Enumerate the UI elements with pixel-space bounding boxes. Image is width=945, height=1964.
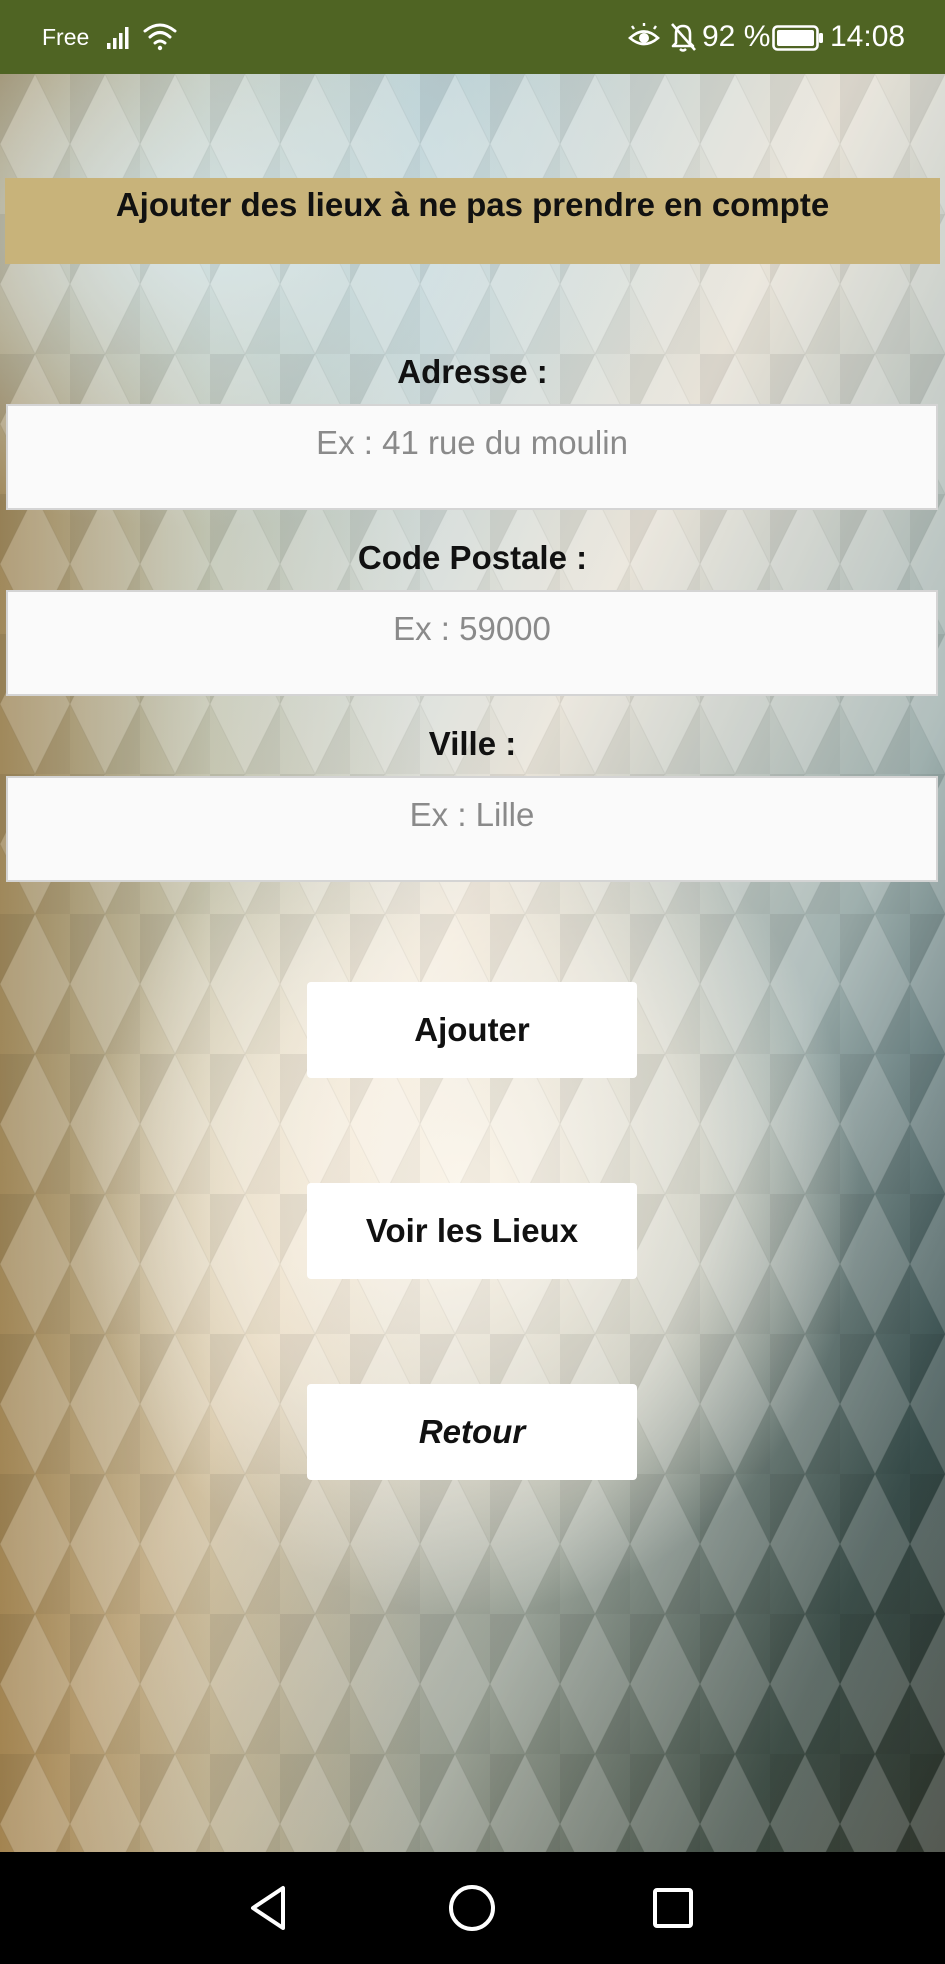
battery-icon (772, 25, 823, 51)
city-label: Ville : (428, 725, 517, 762)
signal-icon (107, 27, 129, 49)
status-bar: Free 92 % 14:08 (0, 0, 945, 74)
city-input[interactable] (6, 776, 938, 882)
app-background (0, 74, 945, 1852)
system-navigation-bar (0, 1852, 945, 1964)
postal-code-input[interactable] (6, 590, 938, 696)
add-button[interactable]: Ajouter (307, 982, 637, 1078)
clock: 14:08 (830, 20, 906, 53)
wifi-icon (143, 23, 177, 51)
page-title: Ajouter des lieux à ne pas prendre en co… (115, 186, 830, 223)
recents-square-icon[interactable] (645, 1880, 701, 1936)
geometric-background-pattern (0, 74, 945, 1852)
bell-off-icon (671, 23, 696, 52)
postal-code-label: Code Postale : (357, 539, 588, 576)
address-label: Adresse : (397, 353, 548, 390)
home-circle-icon[interactable] (444, 1880, 500, 1936)
eye-icon (628, 23, 660, 46)
view-places-button[interactable]: Voir les Lieux (307, 1183, 637, 1279)
battery-percent: 92 % (702, 20, 771, 53)
header-banner: Ajouter des lieux à ne pas prendre en co… (5, 178, 940, 264)
carrier-name: Free (42, 24, 90, 50)
back-button[interactable]: Retour (307, 1384, 637, 1480)
address-input[interactable] (6, 404, 938, 510)
back-triangle-icon[interactable] (243, 1880, 299, 1936)
